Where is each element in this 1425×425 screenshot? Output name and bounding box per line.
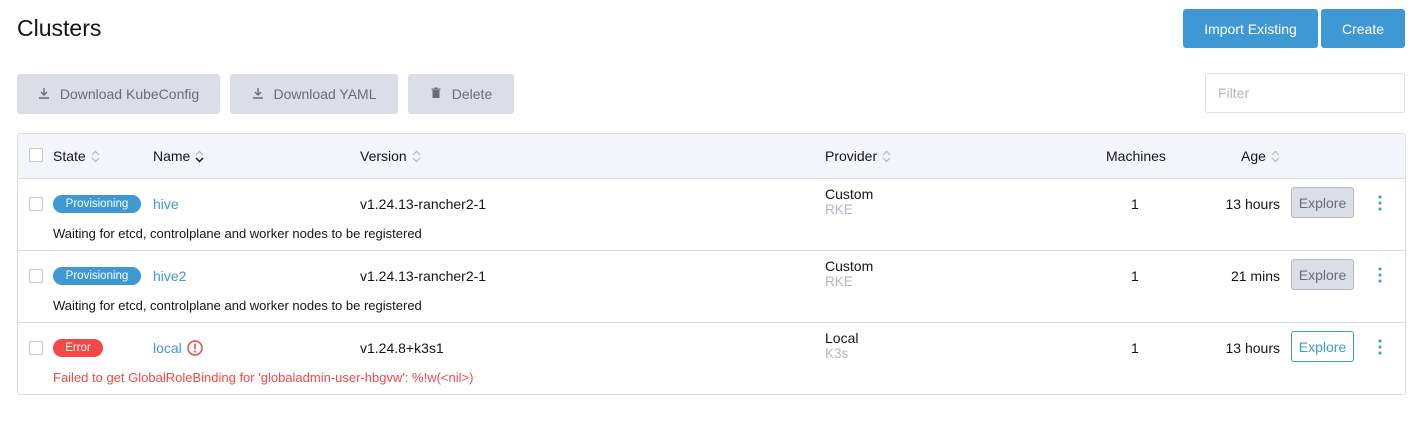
column-machines-label: Machines bbox=[1106, 148, 1166, 164]
row-description: Waiting for etcd, controlplane and worke… bbox=[53, 298, 422, 313]
explore-button[interactable]: Explore bbox=[1291, 187, 1354, 218]
cluster-name-link[interactable]: hive bbox=[153, 196, 179, 212]
row-description: Failed to get GlobalRoleBinding for 'glo… bbox=[53, 370, 474, 385]
provider-name: Local bbox=[825, 330, 859, 346]
machines-count: 1 bbox=[1131, 196, 1139, 212]
cluster-version: v1.24.8+k3s1 bbox=[360, 340, 444, 356]
cluster-version: v1.24.13-rancher2-1 bbox=[360, 268, 487, 284]
column-provider-label: Provider bbox=[825, 148, 878, 164]
page-title: Clusters bbox=[17, 15, 102, 41]
row-checkbox[interactable] bbox=[29, 341, 43, 355]
create-button[interactable]: Create bbox=[1321, 9, 1405, 48]
delete-label: Delete bbox=[451, 86, 493, 102]
cluster-age: 21 mins bbox=[1230, 268, 1280, 284]
clusters-table: State Name Version Provider Machines Age… bbox=[17, 133, 1406, 395]
download-icon bbox=[252, 86, 264, 102]
sort-icon bbox=[412, 150, 421, 163]
table-row: Provisioning hive v1.24.13-rancher2-1 Cu… bbox=[18, 179, 1405, 251]
import-existing-button[interactable]: Import Existing bbox=[1183, 9, 1318, 48]
row-checkbox[interactable] bbox=[29, 269, 43, 283]
machines-count: 1 bbox=[1131, 340, 1139, 356]
row-description: Waiting for etcd, controlplane and worke… bbox=[53, 226, 422, 241]
provider-name: Custom bbox=[825, 258, 874, 274]
column-version[interactable]: Version bbox=[360, 134, 421, 178]
download-kubeconfig-label: Download KubeConfig bbox=[59, 86, 200, 102]
status-badge: Error bbox=[53, 339, 103, 357]
cluster-age: 13 hours bbox=[1225, 196, 1280, 212]
column-name[interactable]: Name bbox=[153, 134, 204, 178]
provider-name: Custom bbox=[825, 186, 874, 202]
sort-icon bbox=[882, 150, 891, 163]
table-header: State Name Version Provider Machines Age bbox=[18, 134, 1405, 179]
column-machines: Machines bbox=[1106, 134, 1166, 178]
provider-type: RKE bbox=[825, 202, 853, 217]
provider-type: RKE bbox=[825, 274, 853, 289]
cluster-name-link[interactable]: hive2 bbox=[153, 268, 186, 284]
column-provider[interactable]: Provider bbox=[825, 134, 891, 178]
trash-icon bbox=[430, 86, 442, 102]
cluster-age: 13 hours bbox=[1225, 340, 1280, 356]
error-icon bbox=[187, 340, 203, 356]
more-actions-icon[interactable] bbox=[1370, 193, 1390, 213]
column-version-label: Version bbox=[360, 148, 407, 164]
download-kubeconfig-button[interactable]: Download KubeConfig bbox=[17, 74, 220, 114]
column-age-label: Age bbox=[1241, 148, 1266, 164]
sort-down-icon bbox=[195, 150, 204, 163]
provider-type: K3s bbox=[825, 346, 849, 361]
filter-input[interactable] bbox=[1205, 73, 1405, 113]
more-actions-icon[interactable] bbox=[1370, 265, 1390, 285]
explore-button[interactable]: Explore bbox=[1291, 259, 1354, 290]
sort-icon bbox=[91, 150, 100, 163]
select-all-checkbox[interactable] bbox=[29, 148, 43, 162]
sort-icon bbox=[1271, 150, 1280, 163]
cluster-name-link[interactable]: local bbox=[153, 340, 182, 356]
more-actions-icon[interactable] bbox=[1370, 337, 1390, 357]
column-state-label: State bbox=[53, 148, 86, 164]
delete-button[interactable]: Delete bbox=[408, 74, 514, 114]
column-name-label: Name bbox=[153, 148, 191, 164]
download-yaml-button[interactable]: Download YAML bbox=[230, 74, 398, 114]
download-yaml-label: Download YAML bbox=[273, 86, 377, 102]
table-row: Error local v1.24.8+k3s1 Local K3s 1 13 … bbox=[18, 323, 1405, 394]
table-row: Provisioning hive2 v1.24.13-rancher2-1 C… bbox=[18, 251, 1405, 323]
column-age[interactable]: Age bbox=[1241, 134, 1280, 178]
row-checkbox[interactable] bbox=[29, 197, 43, 211]
explore-button[interactable]: Explore bbox=[1291, 331, 1354, 362]
column-state[interactable]: State bbox=[53, 134, 100, 178]
status-badge: Provisioning bbox=[53, 195, 141, 213]
cluster-version: v1.24.13-rancher2-1 bbox=[360, 196, 487, 212]
machines-count: 1 bbox=[1131, 268, 1139, 284]
download-icon bbox=[38, 86, 50, 102]
status-badge: Provisioning bbox=[53, 267, 141, 285]
